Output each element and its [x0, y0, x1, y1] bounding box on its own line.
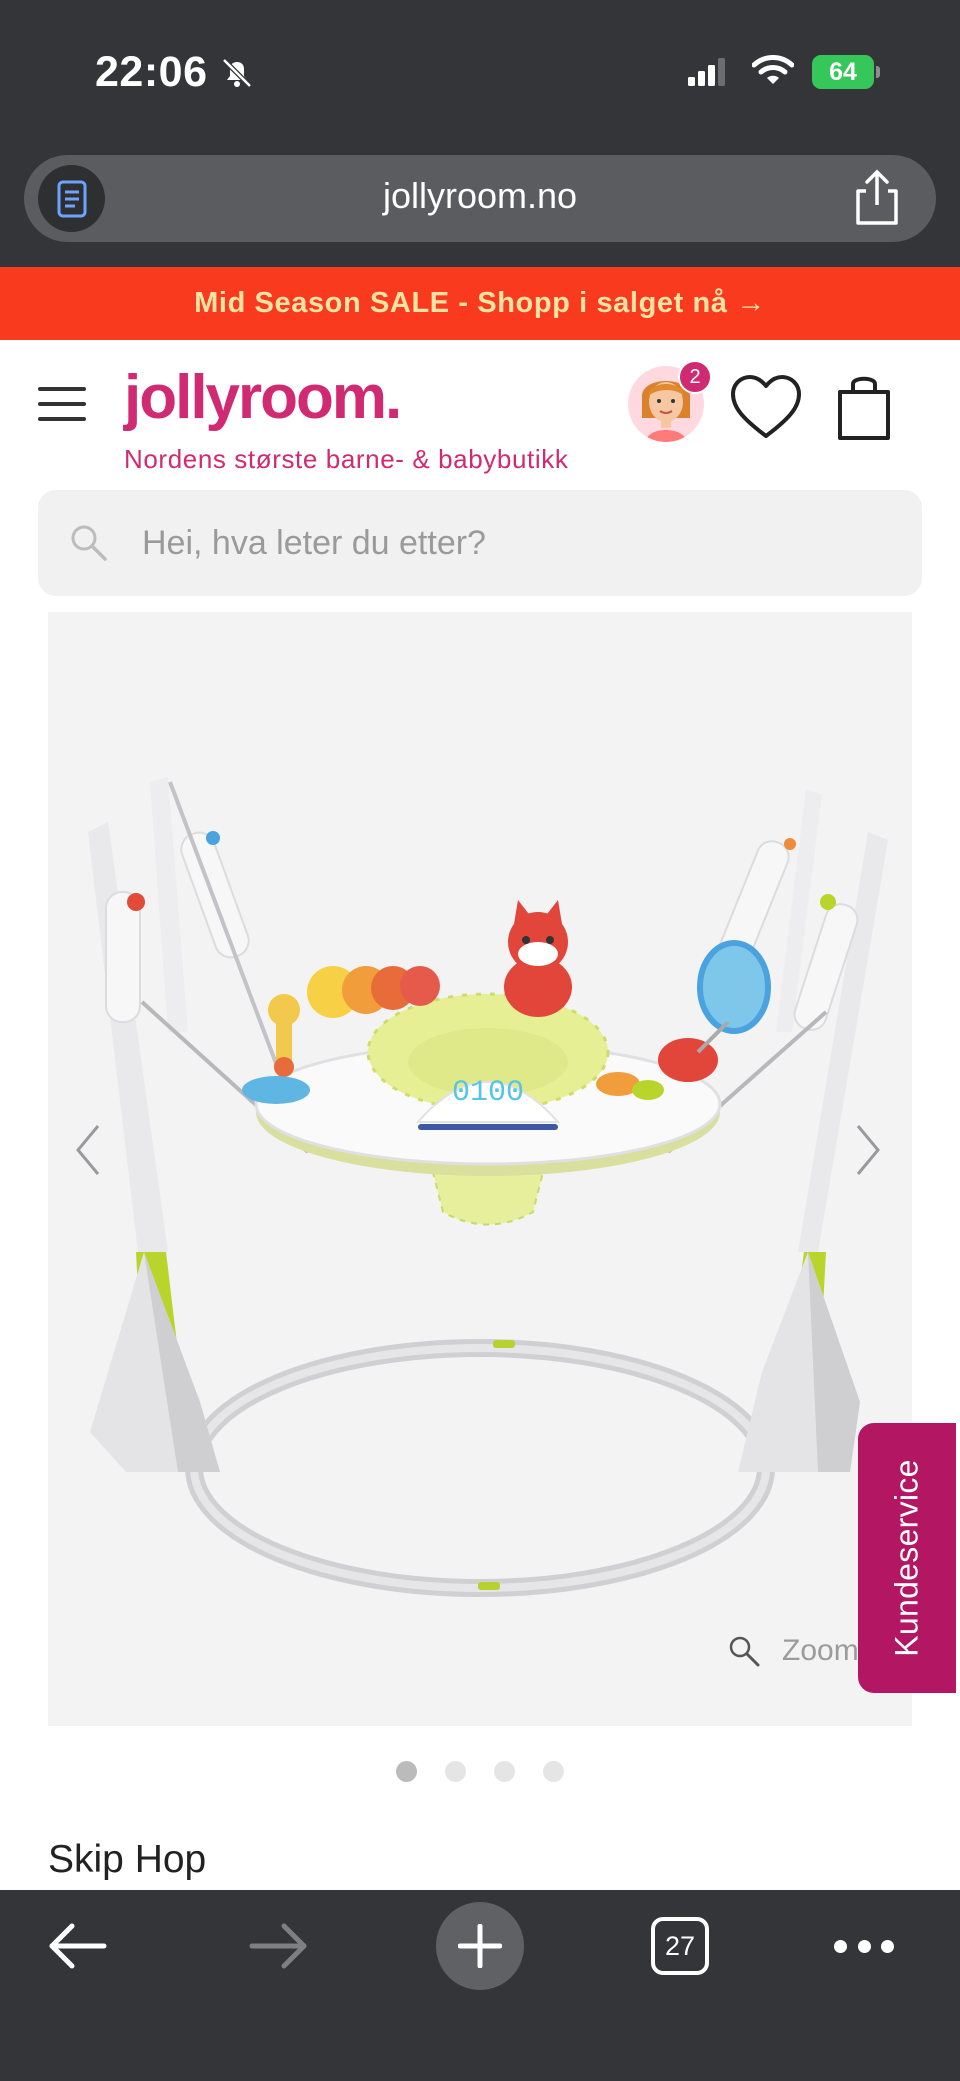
back-arrow-icon[interactable] [46, 1920, 108, 1972]
zoom-icon [729, 1636, 760, 1667]
battery-level: 64 [812, 55, 874, 89]
menu-icon[interactable] [38, 387, 86, 421]
bell-off-icon [222, 58, 252, 88]
carousel-dots [0, 1761, 960, 1782]
status-time: 22:06 [95, 48, 208, 96]
product-image-carousel[interactable]: 0100 Zoom [48, 612, 912, 1726]
url-text[interactable]: jollyroom.no [24, 175, 936, 217]
site-header: jollyroom. Nordens største barne- & baby… [0, 340, 960, 480]
plus-icon [458, 1924, 502, 1968]
profile-badge: 2 [678, 360, 712, 394]
site-logo[interactable]: jollyroom. [124, 362, 402, 433]
share-icon[interactable] [852, 169, 902, 227]
forward-arrow-icon[interactable] [248, 1920, 310, 1972]
new-tab-button[interactable] [436, 1902, 524, 1990]
browser-toolbar: 27 [0, 1890, 960, 2081]
product-image[interactable]: 0100 [48, 612, 912, 1726]
customer-service-tab[interactable]: Kundeservice [858, 1423, 956, 1693]
wifi-icon [752, 55, 794, 84]
promo-text[interactable]: Mid Season SALE - Shopp i salget nå → [194, 287, 766, 320]
search-icon [71, 525, 107, 561]
search-input[interactable] [142, 490, 882, 596]
more-icon[interactable] [834, 1936, 894, 1956]
customer-service-label[interactable]: Kundeservice [889, 1459, 926, 1657]
address-bar[interactable]: jollyroom.no [24, 155, 936, 242]
battery-cap [876, 66, 880, 78]
heart-icon[interactable] [730, 374, 802, 440]
site-tagline: Nordens største barne- & babybutikk [124, 444, 569, 474]
top-chrome: 22:06 64 jollyroom.no [0, 0, 960, 267]
shopping-bag-icon[interactable] [836, 372, 892, 442]
carousel-prev-icon[interactable] [68, 1120, 108, 1180]
carousel-dot[interactable] [396, 1761, 417, 1782]
battery-icon: 64 [812, 55, 880, 89]
carousel-dot[interactable] [543, 1761, 564, 1782]
carousel-next-icon[interactable] [848, 1120, 888, 1180]
search-bar[interactable] [38, 490, 922, 596]
profile-button[interactable]: 2 [628, 360, 712, 444]
zoom-button[interactable]: Zoom [728, 1634, 859, 1668]
signal-icon [688, 58, 725, 86]
carousel-dot[interactable] [445, 1761, 466, 1782]
product-brand[interactable]: Skip Hop [48, 1838, 206, 1882]
display-readout: 0100 [452, 1076, 524, 1110]
zoom-label[interactable]: Zoom [782, 1634, 859, 1668]
tabs-icon[interactable]: 27 [651, 1917, 709, 1975]
promo-banner[interactable]: Mid Season SALE - Shopp i salget nå → [0, 267, 960, 340]
carousel-dot[interactable] [494, 1761, 515, 1782]
